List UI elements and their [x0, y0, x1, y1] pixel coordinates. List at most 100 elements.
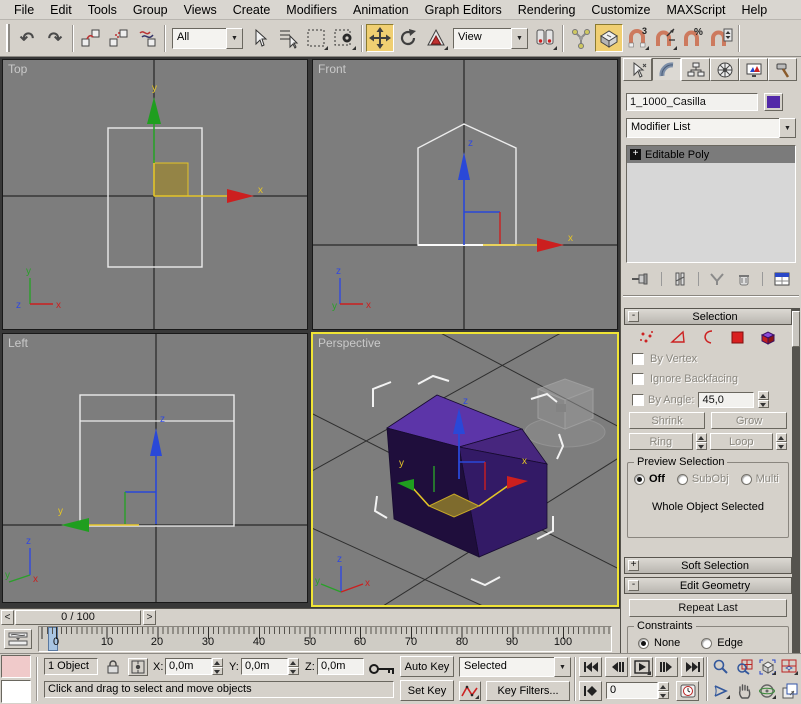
default-in-out-tangents-button[interactable]: [459, 681, 481, 701]
menu-group[interactable]: Group: [125, 3, 176, 17]
by-angle-checkbox[interactable]: [632, 394, 644, 406]
menu-create[interactable]: Create: [225, 3, 279, 17]
menu-animation[interactable]: Animation: [345, 3, 417, 17]
house-wireframe-front[interactable]: [418, 124, 516, 245]
use-pivot-point-center-button[interactable]: [531, 24, 559, 52]
zoom-extents-button[interactable]: [756, 657, 778, 677]
move-gizmo-left[interactable]: z y: [58, 414, 165, 532]
select-and-link-button[interactable]: [77, 24, 105, 52]
track-bar-ruler[interactable]: 0 10 20 30 40 50 60 70 80 90 100: [38, 626, 612, 652]
viewport-top-label[interactable]: Top: [8, 62, 27, 76]
next-frame-button[interactable]: [655, 657, 678, 677]
unlink-selection-button[interactable]: [105, 24, 133, 52]
edit-geometry-header[interactable]: - Edit Geometry: [624, 577, 792, 594]
menu-customize[interactable]: Customize: [583, 3, 658, 17]
chevron-down-icon[interactable]: ▼: [554, 657, 571, 677]
selection-lock-toggle[interactable]: [103, 658, 123, 676]
object-name-field[interactable]: 1_1000_Casilla: [626, 93, 758, 111]
viewport-left-label[interactable]: Left: [8, 336, 28, 350]
viewport-perspective-label[interactable]: Perspective: [318, 336, 381, 350]
zoom-extents-all-button[interactable]: [779, 657, 800, 677]
pan-view-button[interactable]: [733, 681, 755, 701]
next-frame-arrow-button[interactable]: >: [143, 610, 156, 625]
box-wireframe-left[interactable]: [80, 395, 234, 526]
select-and-manipulate-button[interactable]: [567, 24, 595, 52]
menu-edit[interactable]: Edit: [42, 3, 80, 17]
box-wireframe-top[interactable]: [108, 128, 202, 267]
edge-subobject-icon[interactable]: [669, 329, 687, 345]
preview-off-radio[interactable]: [634, 474, 645, 485]
time-slider[interactable]: < 0 / 100 >: [0, 608, 620, 626]
time-slider-handle[interactable]: 0 / 100: [15, 610, 141, 625]
x-coordinate-field[interactable]: 0,0m: [165, 658, 212, 675]
undo-button[interactable]: ↶: [13, 24, 41, 52]
macro-recorder-pane[interactable]: [1, 655, 31, 678]
select-and-rotate-button[interactable]: [394, 24, 422, 52]
menu-rendering[interactable]: Rendering: [510, 3, 584, 17]
key-mode-toggle-button[interactable]: [579, 681, 602, 701]
constraint-none-radio[interactable]: [638, 638, 649, 649]
tab-modify[interactable]: [652, 58, 681, 81]
go-to-start-button[interactable]: [579, 657, 602, 677]
tab-hierarchy[interactable]: [681, 58, 710, 81]
vertex-subobject-icon[interactable]: [638, 329, 656, 345]
keyboard-shortcut-override-button[interactable]: [595, 24, 623, 52]
percent-snap-toggle-button[interactable]: %: [679, 24, 707, 52]
field-of-view-button[interactable]: [710, 681, 732, 701]
tab-motion[interactable]: [710, 58, 739, 81]
current-frame-field[interactable]: 0: [606, 682, 658, 699]
snaps-toggle-button[interactable]: 3: [623, 24, 651, 52]
maximize-viewport-toggle[interactable]: [779, 681, 800, 701]
shrink-button[interactable]: Shrink: [629, 412, 705, 429]
angle-snap-toggle-button[interactable]: [651, 24, 679, 52]
expand-plus-icon[interactable]: +: [628, 560, 639, 571]
loop-button[interactable]: Loop: [710, 433, 774, 450]
modifier-list-combo[interactable]: Modifier List ▼: [626, 118, 796, 138]
chevron-down-icon[interactable]: ▼: [511, 28, 528, 49]
zoom-button[interactable]: [710, 657, 732, 677]
constraint-edge-radio[interactable]: [701, 638, 712, 649]
absolute-offset-mode-toggle[interactable]: [128, 658, 148, 676]
frame-spinner[interactable]: [658, 682, 669, 699]
y-coordinate-field[interactable]: 0,0m: [241, 658, 288, 675]
preview-multi-radio[interactable]: [741, 474, 752, 485]
by-angle-field[interactable]: 45,0: [698, 392, 754, 408]
ignore-backfacing-checkbox[interactable]: [632, 373, 644, 385]
select-and-scale-button[interactable]: [422, 24, 450, 52]
bind-to-space-warp-button[interactable]: [133, 24, 161, 52]
selection-filter-combo[interactable]: All ▼: [172, 28, 243, 49]
tab-display[interactable]: [739, 58, 768, 81]
previous-frame-button[interactable]: [605, 657, 628, 677]
ring-spinner[interactable]: [696, 433, 707, 450]
chevron-down-icon[interactable]: ▼: [779, 118, 796, 138]
menu-maxscript[interactable]: MAXScript: [658, 3, 733, 17]
y-spinner[interactable]: [288, 658, 299, 675]
by-vertex-checkbox[interactable]: [632, 353, 644, 365]
reference-coordinate-system-combo[interactable]: View ▼: [453, 28, 528, 49]
viewport-top[interactable]: Top y x y z: [2, 59, 308, 330]
spinner-snap-toggle-button[interactable]: [707, 24, 735, 52]
select-object-button[interactable]: [246, 24, 274, 52]
x-spinner[interactable]: [212, 658, 223, 675]
soft-selection-header[interactable]: + Soft Selection: [624, 557, 792, 574]
menu-help[interactable]: Help: [734, 3, 776, 17]
chevron-down-icon[interactable]: ▼: [226, 28, 243, 49]
previous-frame-arrow-button[interactable]: <: [1, 610, 14, 625]
tab-utilities[interactable]: [768, 58, 797, 81]
window-crossing-button[interactable]: [330, 24, 358, 52]
polygon-subobject-icon[interactable]: [729, 329, 745, 345]
selected-object-casilla[interactable]: [387, 395, 547, 557]
pin-stack-icon[interactable]: [631, 271, 651, 287]
element-subobject-icon[interactable]: [758, 329, 778, 346]
scrollbar-thumb[interactable]: [792, 311, 800, 347]
go-to-end-button[interactable]: [681, 657, 704, 677]
preview-subobj-radio[interactable]: [677, 474, 688, 485]
loop-spinner[interactable]: [776, 433, 787, 450]
auto-key-button[interactable]: Auto Key: [400, 656, 454, 677]
menu-file[interactable]: File: [6, 3, 42, 17]
border-subobject-icon[interactable]: [700, 329, 716, 345]
toolbar-grip[interactable]: [6, 24, 10, 52]
remove-modifier-icon[interactable]: [736, 271, 752, 287]
expand-plus-icon[interactable]: +: [630, 149, 641, 160]
viewport-left[interactable]: Left z y z: [2, 333, 308, 603]
